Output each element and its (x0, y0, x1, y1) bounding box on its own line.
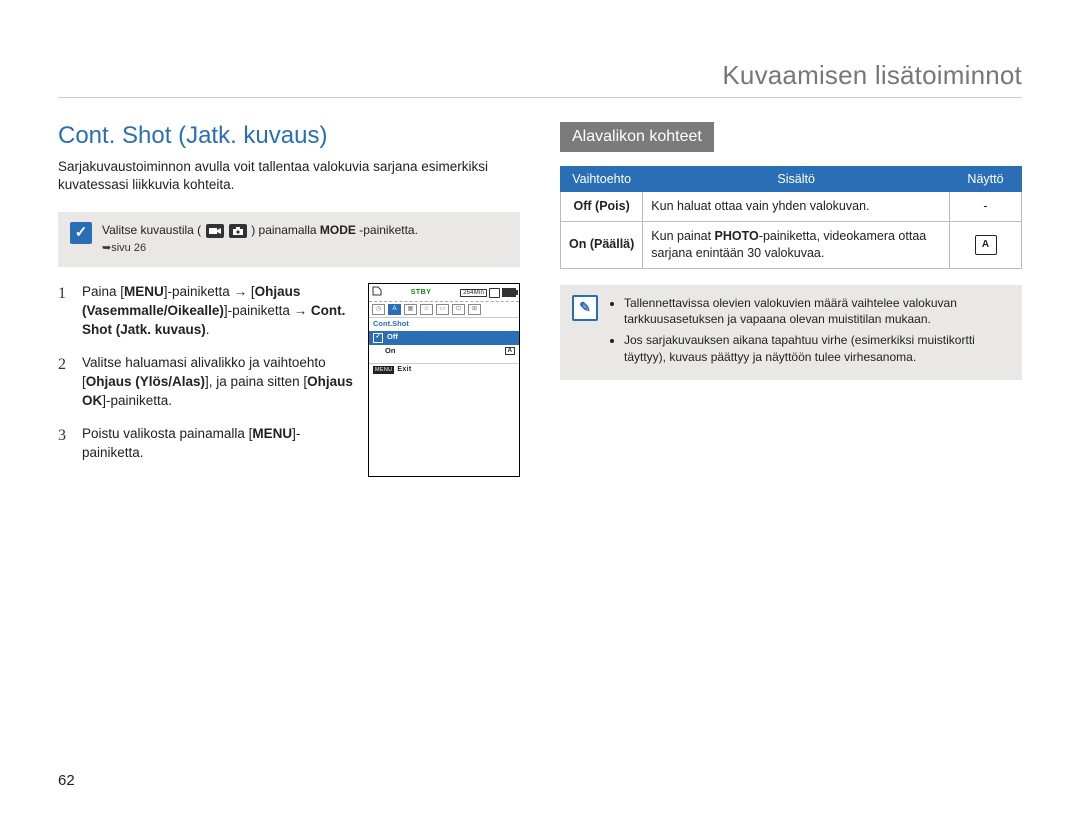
photo-mode-icon (229, 224, 247, 238)
video-mode-icon (206, 224, 224, 238)
cont-shot-icon: A (505, 347, 515, 356)
screen-menu-title: Cont.Shot (369, 318, 519, 330)
tab-icon: ⊡ (452, 304, 465, 315)
info-box: ✎ Tallennettavissa olevien valokuvien mä… (560, 285, 1022, 380)
note-page-ref: ➥sivu 26 (102, 242, 146, 254)
info-list: Tallennettavissa olevien valokuvien määr… (608, 295, 1010, 370)
chapter-title: Kuvaamisen lisätoiminnot (58, 60, 1022, 98)
info-item: Tallennettavissa olevien valokuvien määr… (624, 295, 1010, 329)
table-row: Off (Pois) Kun haluat ottaa vain yhden v… (561, 192, 1022, 222)
step-2-body: Valitse haluamasi alivalikko ja vaihtoeh… (82, 354, 356, 411)
tab-icon: ▭ (436, 304, 449, 315)
exit-label: Exit (397, 366, 411, 374)
note-text: Valitse kuvaustila ( ) painamalla MODE -… (102, 222, 418, 255)
option-content: Kun painat PHOTO-painiketta, videokamera… (643, 221, 950, 268)
sd-card-icon (372, 286, 382, 299)
menu-item-label: Off (387, 333, 398, 341)
step-number: 2 (58, 354, 72, 411)
battery-icon (502, 288, 516, 297)
option-label: Off (Pois) (561, 192, 643, 222)
table-header-option: Vaihtoehto (561, 167, 643, 192)
table-header-display: Näyttö (950, 167, 1022, 192)
option-label: On (Päällä) (561, 221, 643, 268)
table-row: On (Päällä) Kun painat PHOTO-painiketta,… (561, 221, 1022, 268)
note-mode-label: MODE (320, 223, 356, 237)
step-number: 3 (58, 425, 72, 463)
stby-label: STBY (411, 289, 432, 297)
screen-menu-item-on: On A (369, 345, 519, 358)
cont-shot-display-icon: A (975, 235, 997, 255)
tab-icon-active: A (388, 304, 401, 315)
menu-item-label: On (385, 347, 395, 355)
options-table: Vaihtoehto Sisältö Näyttö Off (Pois) Kun… (560, 166, 1022, 269)
note-box: ✓ Valitse kuvaustila ( ) painamalla MODE… (58, 212, 520, 267)
right-column: Alavalikon kohteet Vaihtoehto Sisältö Nä… (560, 122, 1022, 477)
check-icon: ✓ (373, 333, 383, 343)
option-display-icon: A (950, 221, 1022, 268)
step-number: 1 (58, 283, 72, 340)
section-title: Cont. Shot (Jatk. kuvaus) (58, 122, 520, 150)
note-pre: Valitse kuvaustila ( (102, 223, 201, 237)
option-content: Kun haluat ottaa vain yhden valokuvan. (643, 192, 950, 222)
tab-icon: ⊞ (468, 304, 481, 315)
subsection-heading: Alavalikon kohteet (560, 122, 714, 152)
info-icon: ✎ (572, 295, 598, 321)
menu-button-icon: MENU (373, 366, 394, 374)
storage-icon (489, 288, 500, 298)
screen-tab-icons: ◷ A ▦ ☺ ▭ ⊡ ⊞ (369, 302, 519, 318)
note-suffix: -painiketta. (359, 223, 418, 237)
table-header-content: Sisältö (643, 167, 950, 192)
check-icon: ✓ (70, 222, 92, 244)
note-post: ) painamalla (251, 223, 320, 237)
step-3-body: Poistu valikosta painamalla [MENU]-paini… (82, 425, 356, 463)
step-1-body: Paina [MENU]-painiketta → [Ohjaus (Vasem… (82, 283, 356, 340)
camera-screen-preview: STBY 254Min ◷ A ▦ ☺ ▭ ⊡ (368, 283, 520, 476)
page-number: 62 (58, 772, 75, 789)
screen-menu-item-off: ✓ Off (369, 331, 519, 345)
time-remaining: 254Min (460, 289, 487, 298)
tab-icon: ▦ (404, 304, 417, 315)
tab-icon: ◷ (372, 304, 385, 315)
intro-text: Sarjakuvaustoiminnon avulla voit tallent… (58, 158, 520, 194)
left-column: Cont. Shot (Jatk. kuvaus) Sarjakuvaustoi… (58, 122, 520, 477)
option-display: - (950, 192, 1022, 222)
info-item: Jos sarjakuvauksen aikana tapahtuu virhe… (624, 332, 1010, 366)
tab-icon: ☺ (420, 304, 433, 315)
